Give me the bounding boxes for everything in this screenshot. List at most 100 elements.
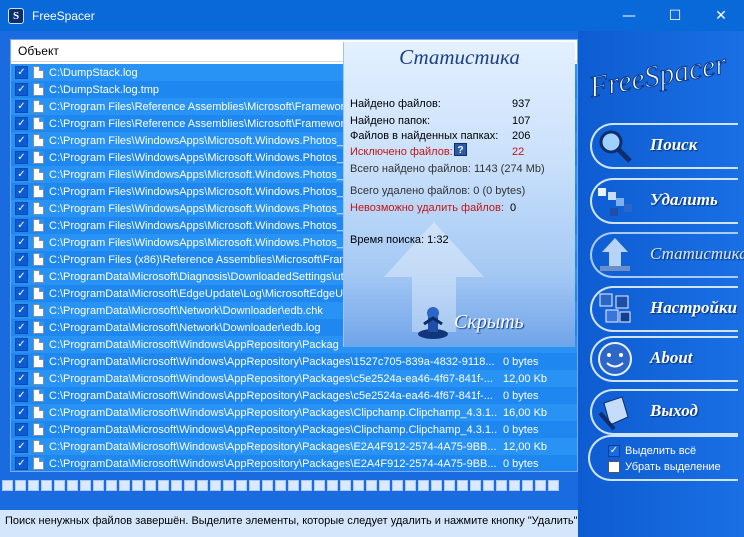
- progress-cell: [275, 480, 286, 491]
- maximize-button[interactable]: ☐: [652, 0, 698, 31]
- table-row[interactable]: ✓ C:\ProgramData\Microsoft\Windows\AppRep…: [11, 387, 577, 404]
- statistics-arrow-icon: [600, 238, 630, 271]
- menu-delete-button[interactable]: Удалить: [590, 178, 738, 224]
- select-all-option[interactable]: ✓ Выделить всё: [608, 443, 721, 459]
- cannot-delete-label: Невозможно удалить файлов:: [350, 202, 504, 214]
- row-checkbox[interactable]: ✓: [15, 389, 28, 402]
- select-all-checkbox[interactable]: ✓: [608, 445, 620, 457]
- menu-about-button[interactable]: About: [590, 336, 738, 382]
- row-checkbox[interactable]: ✓: [15, 134, 28, 147]
- total-found: Всего найдено файлов: 1143 (274 Mb): [350, 163, 545, 175]
- file-icon: [33, 321, 44, 334]
- svg-text:FreeSpacer: FreeSpacer: [586, 47, 730, 104]
- status-bar: Поиск ненужных файлов завершён. Выделите…: [0, 510, 578, 537]
- progress-cell: [28, 480, 39, 491]
- row-path: C:\ProgramData\Microsoft\Windows\AppRepo…: [49, 372, 493, 385]
- cannot-delete-value: 0: [510, 202, 517, 214]
- statistics-panel: Статистика Найдено файлов: 937 Найдено п…: [343, 42, 575, 347]
- row-path: C:\ProgramData\Microsoft\Windows\AppRepo…: [49, 457, 497, 470]
- file-icon: [33, 185, 44, 198]
- row-checkbox[interactable]: ✓: [15, 117, 28, 130]
- minimize-button[interactable]: —: [606, 0, 652, 31]
- progress-cell: [314, 480, 325, 491]
- progress-cell: [54, 480, 65, 491]
- row-checkbox[interactable]: ✓: [15, 321, 28, 334]
- total-deleted: Всего удалено файлов: 0 (0 bytes): [350, 185, 526, 197]
- row-checkbox[interactable]: ✓: [15, 372, 28, 385]
- table-row[interactable]: ✓ C:\ProgramData\Microsoft\Windows\AppRep…: [11, 455, 577, 471]
- close-button[interactable]: ✕: [698, 0, 744, 31]
- progress-cell: [379, 480, 390, 491]
- progress-cell: [535, 480, 546, 491]
- row-checkbox[interactable]: ✓: [15, 287, 28, 300]
- progress-cell: [353, 480, 364, 491]
- deselect-label: Убрать выделение: [625, 461, 721, 473]
- hide-stats-button[interactable]: Скрыть: [416, 304, 524, 340]
- file-icon: [33, 117, 44, 130]
- row-size: 0 bytes: [503, 355, 539, 368]
- row-checkbox[interactable]: ✓: [15, 304, 28, 317]
- title-bar: S FreeSpacer — ☐ ✕: [0, 0, 744, 31]
- deselect-option[interactable]: Убрать выделение: [608, 459, 721, 475]
- row-checkbox[interactable]: ✓: [15, 355, 28, 368]
- row-checkbox[interactable]: ✓: [15, 270, 28, 283]
- progress-cell: [171, 480, 182, 491]
- row-checkbox[interactable]: ✓: [15, 168, 28, 181]
- progress-cell: [392, 480, 403, 491]
- row-checkbox[interactable]: ✓: [15, 423, 28, 436]
- menu-search-button[interactable]: Поиск: [590, 123, 738, 169]
- row-size: 12,00 Kb: [503, 440, 548, 453]
- file-icon: [33, 253, 44, 266]
- row-checkbox[interactable]: ✓: [15, 406, 28, 419]
- file-icon: [33, 440, 44, 453]
- delete-blocks-icon: [598, 188, 632, 216]
- row-checkbox[interactable]: ✓: [15, 219, 28, 232]
- excluded-files-label: Исключено файлов:: [350, 146, 453, 158]
- file-icon: [33, 168, 44, 181]
- row-checkbox[interactable]: ✓: [15, 202, 28, 215]
- progress-cell: [327, 480, 338, 491]
- row-checkbox[interactable]: ✓: [15, 83, 28, 96]
- row-path: C:\ProgramData\Microsoft\Windows\AppRepo…: [49, 355, 495, 368]
- file-icon: [33, 151, 44, 164]
- files-found-label: Найдено файлов:: [350, 98, 441, 110]
- progress-strip: [0, 477, 578, 494]
- table-row[interactable]: ✓ C:\ProgramData\Microsoft\Windows\AppRep…: [11, 421, 577, 438]
- table-row[interactable]: ✓ C:\ProgramData\Microsoft\Windows\AppRep…: [11, 404, 577, 421]
- maximize-icon: ☐: [668, 7, 682, 24]
- row-checkbox[interactable]: ✓: [15, 338, 28, 351]
- row-checkbox[interactable]: ✓: [15, 253, 28, 266]
- row-checkbox[interactable]: ✓: [15, 151, 28, 164]
- selection-options: ✓ Выделить всё Убрать выделение: [608, 443, 721, 475]
- freespacer-window: S FreeSpacer — ☐ ✕ Объект ✓ C:\DumpStack.…: [0, 0, 744, 537]
- table-row[interactable]: ✓ C:\ProgramData\Microsoft\Windows\AppRep…: [11, 370, 577, 387]
- progress-cell: [80, 480, 91, 491]
- row-size: 0 bytes: [503, 423, 539, 436]
- file-icon: [33, 270, 44, 283]
- menu-exit-button[interactable]: Выход: [590, 389, 738, 435]
- folders-found-value: 107: [512, 115, 531, 127]
- row-checkbox[interactable]: ✓: [15, 66, 28, 79]
- row-checkbox[interactable]: ✓: [15, 100, 28, 113]
- progress-cell: [15, 480, 26, 491]
- row-checkbox[interactable]: ✓: [15, 236, 28, 249]
- progress-cell: [522, 480, 533, 491]
- excluded-help-icon[interactable]: ?: [454, 143, 467, 156]
- progress-cell: [158, 480, 169, 491]
- progress-cell: [340, 480, 351, 491]
- table-row[interactable]: ✓ C:\ProgramData\Microsoft\Windows\AppRep…: [11, 438, 577, 455]
- row-size: 0 bytes: [503, 389, 539, 402]
- table-row[interactable]: ✓ C:\ProgramData\Microsoft\Windows\AppRep…: [11, 353, 577, 370]
- menu-statistics-label: Статистика: [650, 244, 744, 263]
- hide-arrow-icon: [418, 307, 448, 339]
- menu-settings-button[interactable]: Настройки: [590, 286, 738, 332]
- freespacer-logo: FreeSpacer: [585, 47, 730, 105]
- row-checkbox[interactable]: ✓: [15, 185, 28, 198]
- progress-cell: [548, 480, 559, 491]
- progress-cell: [366, 480, 377, 491]
- progress-cell: [262, 480, 273, 491]
- row-checkbox[interactable]: ✓: [15, 440, 28, 453]
- menu-statistics-button[interactable]: Статистика: [590, 232, 744, 278]
- deselect-checkbox[interactable]: [608, 461, 620, 473]
- row-checkbox[interactable]: ✓: [15, 457, 28, 470]
